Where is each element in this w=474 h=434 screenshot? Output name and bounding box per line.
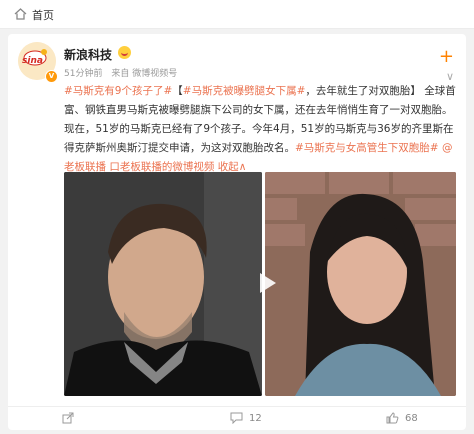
comment-icon	[230, 412, 243, 424]
home-icon[interactable]	[14, 8, 27, 20]
like-button[interactable]: 68	[386, 412, 418, 424]
comment-count: 12	[249, 412, 262, 424]
hashtag-link[interactable]: #马斯克与女高管生下双胞胎#	[295, 142, 439, 154]
top-bar: 首页	[0, 0, 474, 29]
play-icon[interactable]	[251, 268, 281, 298]
post-time[interactable]: 51分钟前	[64, 69, 102, 79]
video-thumbnail-left[interactable]	[64, 172, 262, 396]
post-text-segment: 【	[172, 85, 183, 97]
photo-right[interactable]	[265, 172, 456, 396]
follow-button[interactable]: +	[439, 48, 454, 66]
emoji-icon	[118, 46, 131, 59]
post-meta: 51分钟前 来自 微博视频号	[64, 66, 177, 79]
verified-badge: V	[45, 70, 58, 83]
hashtag-link[interactable]: #马斯克被曝劈腿女下属#	[183, 85, 306, 97]
weibo-post-card: sina V 新浪科技 51分钟前 来自 微博视频号 + ∨ #马斯克有9个孩子…	[8, 34, 466, 430]
post-images	[64, 172, 456, 396]
hashtag-link[interactable]: #马斯克有9个孩子了#	[64, 85, 172, 97]
post-source[interactable]: 来自 微博视频号	[111, 69, 177, 79]
post-text: #马斯克有9个孩子了#【#马斯克被曝劈腿女下属#，去年就生了对双胞胎】 全球首富…	[64, 82, 456, 177]
like-icon	[386, 412, 399, 424]
share-button[interactable]	[62, 412, 80, 424]
avatar-logo-text: sina	[22, 56, 43, 66]
author-name[interactable]: 新浪科技	[64, 46, 112, 63]
like-count: 68	[405, 412, 418, 424]
home-label[interactable]: 首页	[32, 7, 54, 23]
action-bar: 12 68	[8, 406, 466, 431]
comment-button[interactable]: 12	[230, 412, 262, 424]
share-icon	[62, 412, 74, 424]
